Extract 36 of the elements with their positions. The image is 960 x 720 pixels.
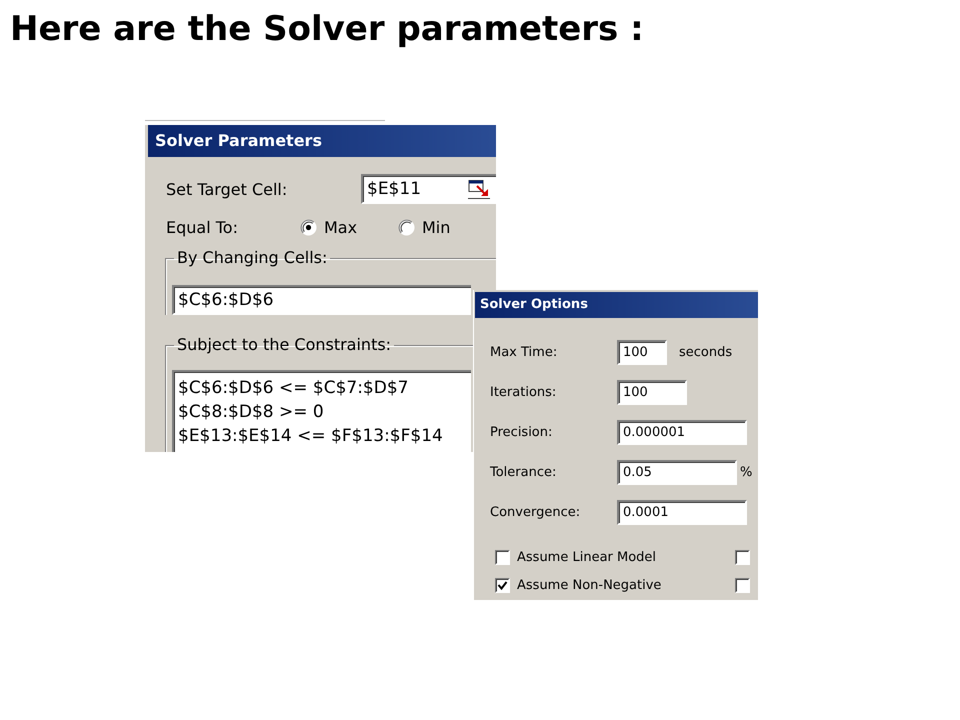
unit-label: seconds (679, 345, 732, 360)
field-label: Iterations: (490, 385, 558, 400)
input-field[interactable]: 100 (617, 380, 687, 405)
unit-label: % (740, 465, 752, 480)
checkbox-icon[interactable] (495, 578, 510, 592)
list-item[interactable]: $C$6:$D$6 <= $C$7:$D$7 (178, 376, 408, 400)
checkbox-icon[interactable] (735, 550, 750, 564)
checkbox-icon[interactable] (495, 550, 510, 564)
radio-option[interactable]: Min (398, 218, 496, 236)
input-field[interactable]: 100 (617, 340, 667, 365)
list-item[interactable]: $C$8:$D$8 >= 0 (178, 400, 324, 424)
radio-icon[interactable] (300, 218, 317, 236)
target-cell-field[interactable]: $E$11 (361, 174, 496, 204)
window-arrow-icon[interactable] (468, 179, 490, 199)
input-field[interactable]: 0.000001 (617, 420, 747, 445)
radio-option[interactable]: Max (300, 218, 398, 236)
group-label: By Changing Cells: (176, 248, 328, 268)
radio-icon[interactable] (398, 218, 415, 236)
constraints-list[interactable]: $C$6:$D$6 <= $C$7:$D$7 $C$8:$D$8 >= 0 $E$13:$E$14 <= $F$13:$F$14 (172, 370, 471, 452)
window-title: Solver Parameters (148, 125, 496, 157)
window-title: Solver Options (475, 292, 758, 318)
group-label: Subject to the Constraints: (176, 335, 392, 355)
input-field[interactable]: 0.05 (617, 460, 737, 485)
field-label: Max Time: (490, 345, 558, 360)
field-label: Convergence: (490, 505, 582, 520)
field-label: Tolerance: (490, 465, 558, 480)
checkbox-option[interactable]: Assume Non-Negative (490, 578, 662, 592)
slide-heading: Here are the Solver parameters : (9, 8, 644, 49)
input-field[interactable]: 0.0001 (617, 500, 747, 525)
field-label: Set Target Cell: (166, 180, 288, 198)
field-label: Precision: (490, 425, 554, 440)
field-label: Equal To: (166, 218, 239, 236)
checkbox-option[interactable]: Assume Linear Model (490, 550, 656, 564)
list-item[interactable]: $E$13:$E$14 <= $F$13:$F$14 (178, 424, 443, 448)
changing-cells-field[interactable]: $C$6:$D$6 (172, 285, 471, 315)
checkbox-icon[interactable] (735, 578, 750, 592)
